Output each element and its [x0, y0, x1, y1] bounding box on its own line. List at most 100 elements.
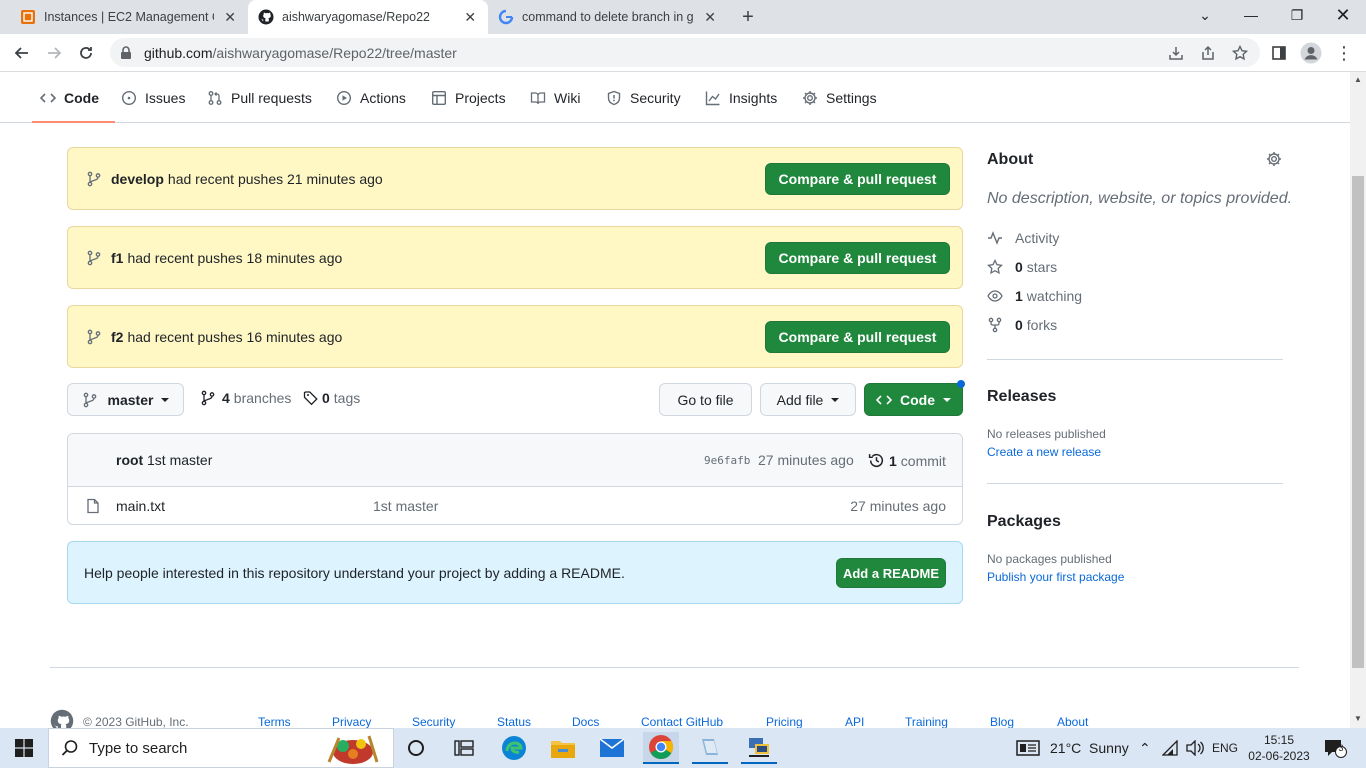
forks-label: forks [1026, 317, 1058, 333]
file-row[interactable]: main.txt 1st master 27 minutes ago [68, 487, 962, 524]
activity-link[interactable]: Activity [987, 230, 1059, 246]
tab-security[interactable]: Security [606, 72, 681, 123]
footer-link-api[interactable]: API [845, 715, 864, 728]
add-readme-button[interactable]: Add a README [836, 558, 946, 588]
tab-search-chevron-icon[interactable]: ⌄ [1182, 0, 1228, 30]
branch-select-button[interactable]: master [67, 383, 184, 416]
footer-link-docs[interactable]: Docs [572, 715, 599, 728]
add-file-button[interactable]: Add file [760, 383, 856, 416]
releases-heading[interactable]: Releases [987, 388, 1056, 406]
browser-tab-google[interactable]: command to delete branch in git - Google… [488, 0, 728, 34]
compare-pull-request-button[interactable]: Compare & pull request [765, 321, 950, 353]
browser-tab-github[interactable]: aishwaryagomase/Repo22 ✕ [248, 0, 488, 34]
reload-button[interactable] [74, 41, 98, 65]
branch-name[interactable]: f1 [111, 250, 123, 266]
commit-author[interactable]: root [116, 452, 143, 468]
create-release-link[interactable]: Create a new release [987, 445, 1101, 459]
commit-sha[interactable]: 9e6fafb [704, 454, 750, 467]
tags-link[interactable]: 0 tags [303, 390, 360, 406]
caret-down-icon [831, 397, 840, 402]
code-dropdown-button[interactable]: Code [864, 380, 965, 416]
mail-icon[interactable] [594, 732, 630, 764]
volume-icon[interactable] [1186, 728, 1204, 768]
history-icon [868, 453, 884, 467]
page-scrollbar[interactable]: ▲ ▼ [1350, 72, 1366, 728]
cortana-icon[interactable] [398, 732, 434, 764]
browser-tab-ec2[interactable]: Instances | EC2 Management Console ✕ [0, 0, 248, 34]
restore-button[interactable]: ❐ [1274, 0, 1320, 30]
menu-kebab-icon[interactable]: ⋮ [1332, 41, 1356, 65]
footer-link-status[interactable]: Status [497, 715, 531, 728]
edge-icon[interactable] [496, 732, 532, 764]
tab-projects[interactable]: Projects [431, 72, 506, 123]
notification-center-icon[interactable]: 3 [1323, 728, 1347, 768]
footer-link-blog[interactable]: Blog [990, 715, 1014, 728]
go-to-file-button[interactable]: Go to file [659, 383, 752, 416]
gear-icon [803, 90, 817, 105]
tab-wiki[interactable]: Wiki [530, 72, 580, 123]
tab-insights[interactable]: Insights [705, 72, 777, 123]
minimize-button[interactable]: — [1228, 0, 1274, 30]
profile-avatar-icon[interactable] [1299, 41, 1323, 65]
branches-link[interactable]: 4 branches [200, 390, 291, 406]
taskbar-search-box[interactable]: Type to search [48, 728, 394, 768]
branch-name[interactable]: develop [111, 171, 164, 187]
tab-code[interactable]: Code [32, 72, 115, 123]
file-commit-message[interactable]: 1st master [373, 498, 438, 514]
commit-history-link[interactable]: 1 commit [868, 452, 946, 469]
publish-package-link[interactable]: Publish your first package [987, 570, 1124, 584]
github-logo-icon[interactable] [50, 709, 74, 728]
tab-actions[interactable]: Actions [336, 72, 406, 123]
footer-link-training[interactable]: Training [905, 715, 948, 728]
footer-link-security[interactable]: Security [412, 715, 455, 728]
close-icon[interactable]: ✕ [222, 9, 238, 25]
bookmark-star-icon[interactable] [1228, 41, 1252, 65]
footer-link-pricing[interactable]: Pricing [766, 715, 803, 728]
branch-name[interactable]: f2 [111, 329, 123, 345]
share-icon[interactable] [1196, 41, 1220, 65]
file-name[interactable]: main.txt [116, 498, 165, 514]
commit-message[interactable]: 1st master [147, 452, 212, 468]
weather-widget[interactable]: 21°C Sunny [1016, 728, 1129, 768]
gear-icon[interactable] [1266, 151, 1282, 172]
scrollbar-thumb[interactable] [1352, 176, 1364, 668]
address-bar[interactable]: github.com/aishwaryagomase/Repo22/tree/m… [110, 38, 1260, 67]
language-indicator[interactable]: ENG [1212, 728, 1238, 768]
task-view-icon[interactable] [446, 732, 482, 764]
close-icon[interactable]: ✕ [463, 9, 479, 25]
remote-desktop-icon[interactable] [741, 732, 777, 764]
stars-link[interactable]: 0 stars [987, 259, 1057, 275]
compare-pull-request-button[interactable]: Compare & pull request [765, 242, 950, 274]
file-explorer-icon[interactable] [545, 732, 581, 764]
forward-button[interactable] [42, 41, 66, 65]
lock-icon [121, 45, 131, 59]
scroll-down-arrow-icon[interactable]: ▼ [1353, 714, 1363, 724]
packages-heading[interactable]: Packages [987, 513, 1061, 531]
windows-start-icon[interactable] [6, 732, 42, 764]
notepad-app-icon[interactable] [692, 732, 728, 764]
tab-issues[interactable]: Issues [121, 72, 185, 123]
show-hidden-icons-chevron-icon[interactable]: ⌃ [1139, 728, 1151, 768]
back-button[interactable] [10, 41, 34, 65]
network-icon[interactable] [1162, 728, 1180, 768]
tab-pull-requests[interactable]: Pull requests [207, 72, 312, 123]
chrome-icon[interactable] [643, 732, 679, 764]
window-close-button[interactable]: ✕ [1320, 0, 1366, 30]
watching-link[interactable]: 1 watching [987, 288, 1082, 304]
stars-label: stars [1026, 259, 1058, 275]
footer-link-privacy[interactable]: Privacy [332, 715, 371, 728]
install-app-icon[interactable] [1164, 41, 1188, 65]
footer-link-terms[interactable]: Terms [258, 715, 291, 728]
taskbar-clock[interactable]: 15:15 02-06-2023 [1248, 732, 1310, 764]
scroll-up-arrow-icon[interactable]: ▲ [1353, 75, 1363, 85]
compare-pull-request-button[interactable]: Compare & pull request [765, 163, 950, 195]
stars-count: 0 [1015, 259, 1023, 275]
forks-link[interactable]: 0 forks [987, 317, 1057, 333]
reload-icon [80, 47, 92, 59]
side-panel-icon[interactable] [1267, 41, 1291, 65]
close-icon[interactable]: ✕ [702, 9, 718, 25]
new-tab-button[interactable]: + [737, 6, 759, 28]
footer-link-about[interactable]: About [1057, 715, 1088, 728]
footer-link-contact[interactable]: Contact GitHub [641, 715, 723, 728]
tab-settings[interactable]: Settings [802, 72, 877, 123]
